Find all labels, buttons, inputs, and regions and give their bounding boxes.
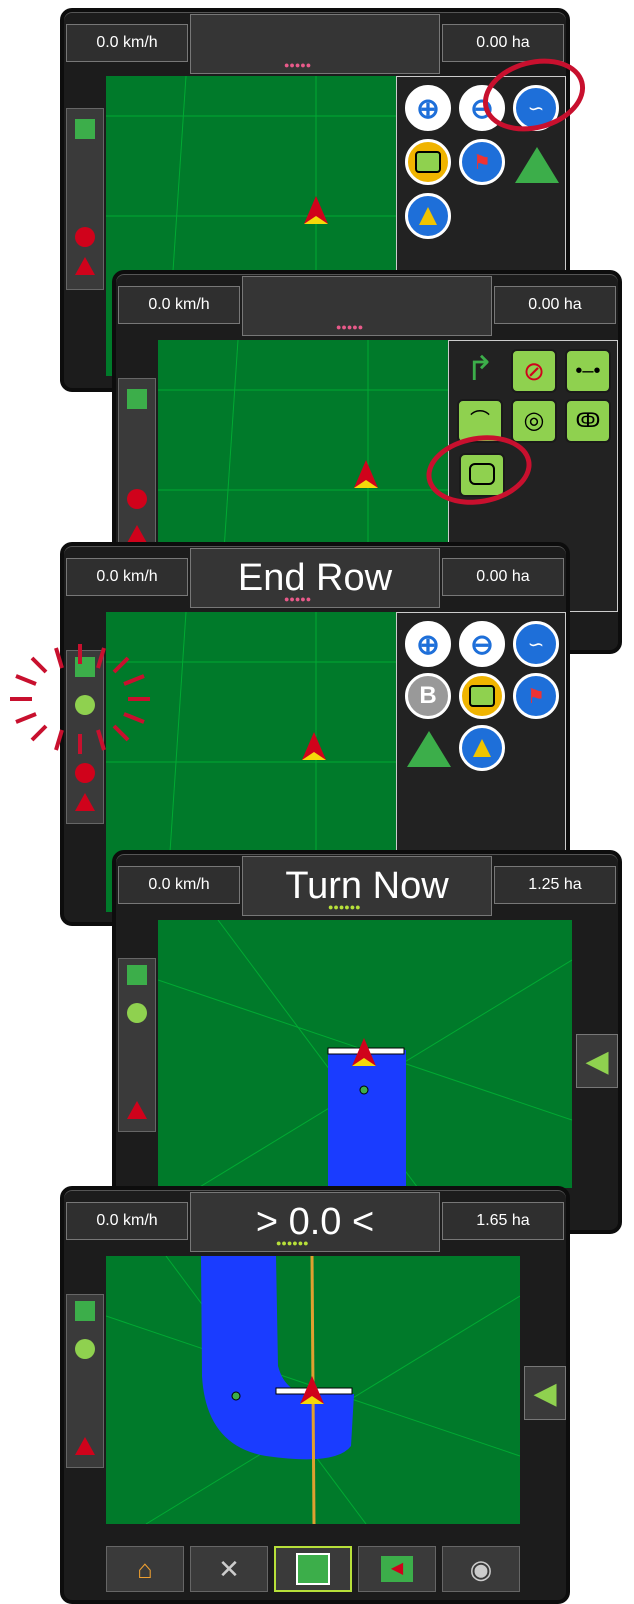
- left-arrow-button[interactable]: ◀: [576, 1034, 618, 1088]
- adaptive-curve-icon[interactable]: ↂ: [565, 399, 611, 443]
- left-arrow-nav-button[interactable]: ◀: [358, 1546, 436, 1592]
- implement-icon[interactable]: [127, 965, 147, 985]
- vehicle-icon[interactable]: [75, 793, 95, 811]
- screen-5: 0.0 km/h > 0.0 < ●●●●●● 1.65 ha ◀ ⌂ ✕ ◀ …: [60, 1186, 570, 1604]
- boundary-icon[interactable]: [405, 139, 451, 185]
- steering-icon[interactable]: [75, 763, 95, 783]
- speed-display: 0.0 km/h: [118, 286, 240, 324]
- vehicle-view-icon[interactable]: [407, 731, 451, 767]
- area-display: 1.65 ha: [442, 1202, 564, 1240]
- end-row-highlight: [10, 644, 150, 754]
- message-box: [242, 276, 492, 336]
- side-bar: [66, 108, 104, 290]
- coverage-map: [158, 920, 572, 1188]
- guidance-mode-icon[interactable]: ∽: [513, 621, 559, 667]
- camera-button[interactable]: ◉: [442, 1546, 520, 1592]
- implement-icon[interactable]: [127, 389, 147, 409]
- flag-add-icon[interactable]: ⚑: [459, 139, 505, 185]
- boundary-icon[interactable]: [459, 673, 505, 719]
- area-display: 0.00 ha: [494, 286, 616, 324]
- circle-pivot-icon[interactable]: ◎: [511, 399, 557, 443]
- guidance-screen-button[interactable]: [274, 1546, 352, 1592]
- lightbar: ●●●●●: [336, 322, 364, 332]
- zoom-in-icon[interactable]: ⊕: [405, 621, 451, 667]
- speed-display: 0.0 km/h: [66, 558, 188, 596]
- left-arrow-icon: ◀: [585, 1044, 609, 1078]
- screen-4: 0.0 km/h Turn Now ●●●●●● 1.25 ha ◀: [112, 850, 622, 1234]
- speed-display: 0.0 km/h: [66, 24, 188, 62]
- lightbar: ●●●●●: [284, 594, 312, 604]
- tools-button[interactable]: ✕: [190, 1546, 268, 1592]
- vehicle-position-icon[interactable]: [459, 725, 505, 771]
- zoom-in-icon[interactable]: ⊕: [405, 85, 451, 131]
- area-display: 1.25 ha: [494, 866, 616, 904]
- vehicle-icon[interactable]: [75, 257, 95, 275]
- tools-icon: ✕: [218, 1553, 240, 1584]
- vehicle-position-icon[interactable]: [405, 193, 451, 239]
- steering-icon[interactable]: [75, 227, 95, 247]
- home-button[interactable]: ⌂: [106, 1546, 184, 1592]
- implement-icon[interactable]: [75, 1301, 95, 1321]
- left-arrow-icon: ◀: [381, 1556, 413, 1582]
- point-b-icon[interactable]: B: [405, 673, 451, 719]
- message-box: [190, 14, 440, 74]
- vehicle-icon[interactable]: [127, 1101, 147, 1119]
- bottom-nav-bar: ⌂ ✕ ◀ ◉: [106, 1546, 520, 1592]
- vehicle-icon[interactable]: [75, 1437, 95, 1455]
- vehicle-icon[interactable]: [127, 525, 147, 543]
- left-arrow-icon: ◀: [533, 1376, 557, 1410]
- area-display: 0.00 ha: [442, 24, 564, 62]
- no-guidance-icon[interactable]: ⊘: [511, 349, 557, 393]
- side-bar: [118, 958, 156, 1132]
- camera-icon: ◉: [469, 1553, 493, 1584]
- vehicle-view-icon[interactable]: [515, 147, 559, 183]
- lightbar: ●●●●●●: [276, 1238, 309, 1248]
- implement-icon[interactable]: [75, 119, 95, 139]
- side-bar: [66, 1294, 104, 1468]
- map-field[interactable]: [158, 920, 572, 1188]
- end-row-icon[interactable]: [75, 1339, 95, 1359]
- message-box: Turn Now: [242, 856, 492, 916]
- lightbar: ●●●●●●: [328, 902, 361, 912]
- message-box: End Row: [190, 548, 440, 608]
- flag-add-icon[interactable]: ⚑: [513, 673, 559, 719]
- speed-display: 0.0 km/h: [66, 1202, 188, 1240]
- side-bar: [118, 378, 156, 560]
- straight-ab-icon[interactable]: •–•: [565, 349, 611, 393]
- area-display: 0.00 ha: [442, 558, 564, 596]
- steering-icon[interactable]: [127, 489, 147, 509]
- return-to-point-icon[interactable]: ↱: [457, 349, 503, 393]
- lightbar: ●●●●●: [284, 60, 312, 70]
- map-field[interactable]: [106, 1256, 520, 1524]
- home-icon: ⌂: [137, 1553, 153, 1584]
- coverage-map: [106, 1256, 520, 1524]
- message-box: > 0.0 <: [190, 1192, 440, 1252]
- zoom-out-icon[interactable]: ⊖: [459, 621, 505, 667]
- left-arrow-button[interactable]: ◀: [524, 1366, 566, 1420]
- end-row-icon[interactable]: [127, 1003, 147, 1023]
- speed-display: 0.0 km/h: [118, 866, 240, 904]
- guidance-screen-icon: [296, 1553, 330, 1585]
